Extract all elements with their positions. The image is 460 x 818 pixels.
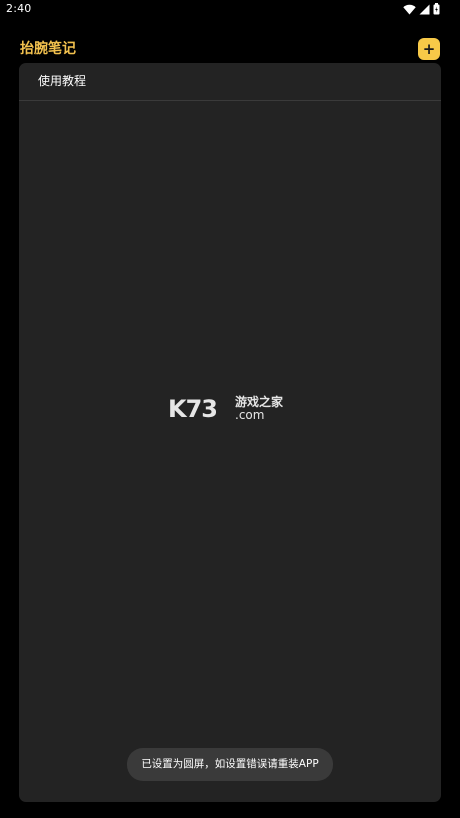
notes-panel: 使用教程 — [19, 63, 441, 802]
wifi-icon — [403, 4, 416, 15]
list-item-label: 使用教程 — [38, 74, 87, 88]
status-time: 2:40 — [6, 2, 32, 15]
watermark-domain: .com — [235, 408, 265, 422]
toast-message: 已设置为圆屏，如设置错误请重装APP — [141, 758, 319, 770]
add-note-button[interactable]: + — [418, 38, 440, 60]
watermark-logo: K73 游戏之家 .com — [168, 395, 293, 425]
app-title: 抬腕笔记 — [20, 41, 76, 57]
status-bar: 2:40 — [0, 0, 460, 20]
signal-icon — [419, 4, 430, 15]
watermark-brand: K73 — [168, 395, 218, 423]
battery-icon — [433, 3, 440, 15]
status-icons — [403, 3, 440, 15]
list-item-tutorial[interactable]: 使用教程 — [19, 63, 441, 101]
toast: 已设置为圆屏，如设置错误请重装APP — [127, 748, 333, 781]
